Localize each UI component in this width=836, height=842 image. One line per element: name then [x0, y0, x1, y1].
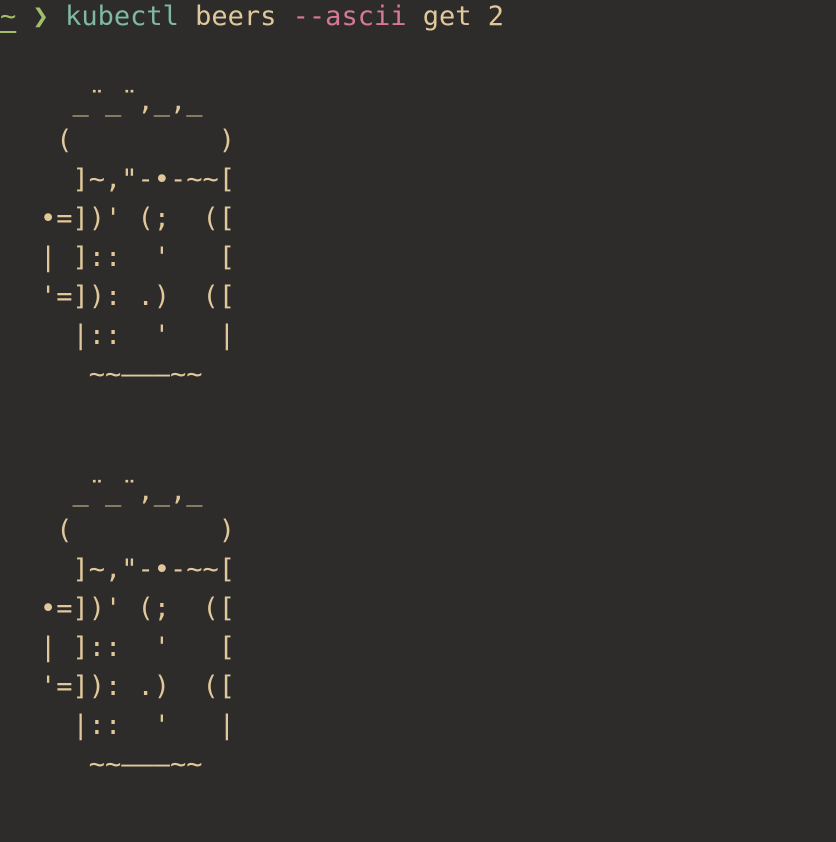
command-count: 2 — [487, 1, 505, 32]
beer-ascii-art: _¨_¨,_,_ ( ) ]~,"-•-~~[ •=])' (; ([ | ]:… — [40, 86, 236, 390]
command-name: kubectl — [65, 1, 179, 32]
beer-ascii-art: _¨_¨,_,_ ( ) ]~,"-•-~~[ •=])' (; ([ | ]:… — [40, 476, 236, 780]
command-prompt-line: ~ ❯ kubectl beers --ascii get 2 — [0, 0, 504, 34]
command-action: get — [422, 1, 472, 32]
command-subcommand: beers — [195, 1, 277, 32]
cwd-indicator: ~ — [0, 1, 17, 32]
prompt-chevron-icon: ❯ — [32, 1, 49, 32]
command-flag: --ascii — [292, 1, 407, 32]
terminal-window[interactable]: ~ ❯ kubectl beers --ascii get 2 _¨_¨,_,_… — [0, 0, 836, 842]
